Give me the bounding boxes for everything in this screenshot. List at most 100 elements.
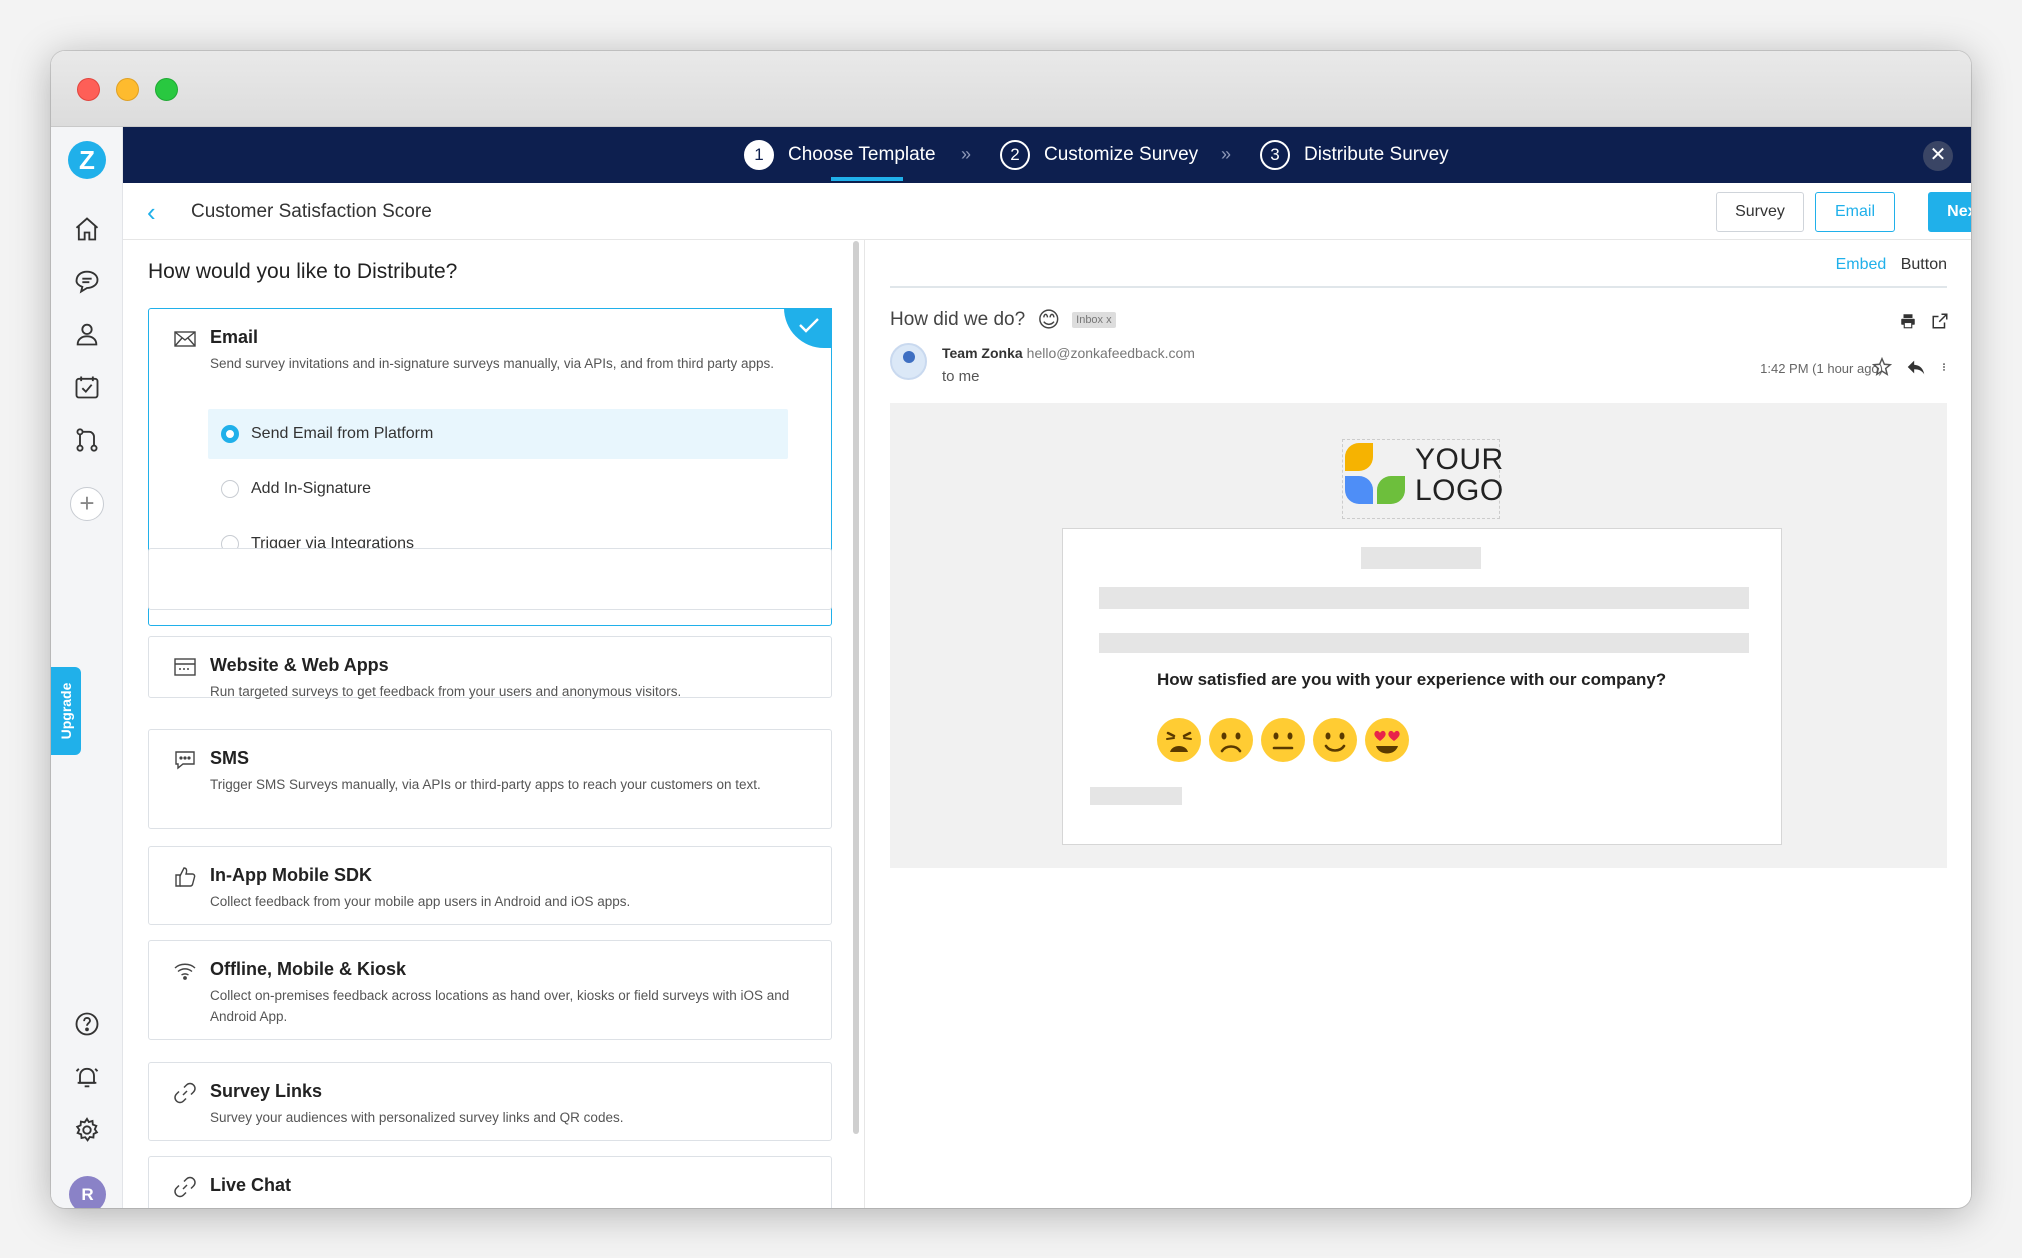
divider bbox=[890, 286, 1947, 288]
placeholder-bar bbox=[1099, 587, 1749, 609]
link-icon bbox=[173, 1175, 197, 1199]
placeholder-bar bbox=[1090, 787, 1182, 805]
emoji-very-satisfied[interactable] bbox=[1363, 716, 1411, 764]
window-titlebar bbox=[51, 51, 1971, 127]
emoji-unsatisfied[interactable] bbox=[1207, 716, 1255, 764]
channel-card-sms[interactable]: SMS Trigger SMS Surveys manually, via AP… bbox=[148, 729, 832, 829]
workflow-icon[interactable] bbox=[73, 426, 101, 454]
step-customize-survey[interactable]: 2 Customize Survey bbox=[1000, 139, 1198, 171]
page-title: Customer Satisfaction Score bbox=[191, 201, 432, 222]
thumbs-up-icon bbox=[173, 865, 197, 889]
channel-card-in-app-mobile-sdk[interactable]: In-App Mobile SDK Collect feedback from … bbox=[148, 846, 832, 925]
logo-shape-green bbox=[1377, 476, 1405, 504]
channel-card-website[interactable] bbox=[148, 548, 832, 610]
app-logo[interactable]: Z bbox=[68, 141, 106, 179]
step-distribute-survey[interactable]: 3 Distribute Survey bbox=[1260, 139, 1449, 171]
sender-name: Team Zonka hello@zonkafeedback.com bbox=[942, 345, 1195, 361]
emoji-very-unsatisfied[interactable] bbox=[1155, 716, 1203, 764]
card-title: Survey Links bbox=[210, 1081, 323, 1101]
placeholder-logo: YOUR LOGO bbox=[1342, 439, 1503, 519]
user-icon[interactable] bbox=[73, 320, 101, 348]
star-icon[interactable] bbox=[1871, 356, 1893, 384]
option-label: Add In-Signature bbox=[251, 480, 372, 497]
option-label: Send Email from Platform bbox=[251, 425, 434, 442]
scrollbar[interactable] bbox=[853, 241, 859, 1134]
bell-icon[interactable] bbox=[73, 1063, 101, 1091]
add-button[interactable]: + bbox=[70, 487, 104, 521]
smile-emoji: 😊 bbox=[1037, 307, 1061, 332]
card-title: In-App Mobile SDK bbox=[210, 865, 372, 885]
distribute-heading: How would you like to Distribute? bbox=[148, 260, 458, 283]
logo-shape-blue bbox=[1345, 476, 1373, 504]
channel-card-offline-kiosk[interactable]: Offline, Mobile & Kiosk Collect on-premi… bbox=[148, 940, 832, 1040]
survey-button[interactable]: Survey bbox=[1716, 192, 1804, 232]
placeholder-bar bbox=[1099, 633, 1749, 653]
step-number: 2 bbox=[1000, 140, 1030, 170]
sidebar: Z + Upgrade R bbox=[51, 127, 123, 1208]
window-close-dot[interactable] bbox=[77, 78, 100, 101]
tab-button[interactable]: Button bbox=[1901, 256, 1947, 273]
page-header: ‹ Customer Satisfaction Score Survey Ema… bbox=[123, 183, 1971, 240]
sender-avatar bbox=[890, 343, 927, 380]
upgrade-tab[interactable]: Upgrade bbox=[51, 667, 81, 755]
email-button[interactable]: Email bbox=[1815, 192, 1895, 232]
step-choose-template[interactable]: 1 Choose Template bbox=[744, 139, 936, 171]
home-icon[interactable] bbox=[73, 215, 101, 243]
step-number: 1 bbox=[744, 140, 774, 170]
settings-icon[interactable] bbox=[73, 1116, 101, 1144]
step-number: 3 bbox=[1260, 140, 1290, 170]
inbox-badge: Inbox x bbox=[1072, 312, 1116, 328]
next-button[interactable]: Next bbox=[1928, 192, 1971, 232]
option-send-email-from-platform[interactable]: Send Email from Platform bbox=[208, 409, 788, 459]
avatar[interactable]: R bbox=[69, 1176, 106, 1208]
card-title: Offline, Mobile & Kiosk bbox=[210, 959, 407, 979]
more-icon[interactable] bbox=[1939, 356, 1949, 384]
card-title: Website & Web Apps bbox=[210, 655, 389, 675]
stepper-bar: 1 Choose Template » 2 Customize Survey »… bbox=[123, 127, 1971, 183]
card-description: Collect on-premises feedback across loca… bbox=[210, 988, 790, 1024]
back-button[interactable]: ‹ bbox=[147, 197, 156, 228]
channel-card-live-chat[interactable]: Live Chat bbox=[148, 1156, 832, 1208]
channel-card-website-web-apps[interactable]: Website & Web Apps Run targeted surveys … bbox=[148, 636, 832, 699]
card-description: Survey your audiences with personalized … bbox=[210, 1110, 624, 1125]
radio[interactable] bbox=[221, 480, 239, 498]
card-description: Trigger SMS Surveys manually, via APIs o… bbox=[210, 777, 761, 792]
selected-check-icon bbox=[784, 308, 832, 348]
print-icon[interactable] bbox=[1899, 312, 1917, 335]
external-link-icon[interactable] bbox=[1931, 312, 1949, 335]
window-minimize-dot[interactable] bbox=[116, 78, 139, 101]
rating-emojis bbox=[1155, 716, 1411, 764]
recipient: to me bbox=[942, 368, 980, 385]
card-description: Run targeted surveys to get feedback fro… bbox=[210, 684, 682, 699]
radio-selected[interactable] bbox=[221, 425, 239, 443]
subject-text: How did we do? bbox=[890, 309, 1026, 330]
window-zoom-dot[interactable] bbox=[155, 78, 178, 101]
close-button[interactable]: ✕ bbox=[1923, 141, 1953, 171]
sms-icon bbox=[173, 748, 197, 772]
link-icon bbox=[173, 1081, 197, 1105]
card-title: Live Chat bbox=[210, 1175, 292, 1195]
tab-embed[interactable]: Embed bbox=[1836, 256, 1887, 273]
chat-icon[interactable] bbox=[73, 267, 101, 295]
tasks-icon[interactable] bbox=[73, 373, 101, 401]
emoji-neutral[interactable] bbox=[1259, 716, 1307, 764]
emoji-satisfied[interactable] bbox=[1311, 716, 1359, 764]
reply-icon[interactable] bbox=[1905, 356, 1927, 384]
distribute-panel: How would you like to Distribute? Email … bbox=[123, 240, 864, 1208]
option-add-in-signature[interactable]: Add In-Signature bbox=[208, 464, 788, 514]
placeholder-bar bbox=[1361, 547, 1481, 569]
email-preview: YOUR LOGO How satisfied are you with you… bbox=[890, 403, 1947, 868]
card-title: Email bbox=[210, 327, 259, 347]
step-separator: » bbox=[961, 144, 972, 164]
card-title: SMS bbox=[210, 748, 250, 768]
app-window: Z + Upgrade R 1 Choose Template » 2 Cust… bbox=[51, 51, 1971, 1208]
survey-question: How satisfied are you with your experien… bbox=[1157, 670, 1667, 689]
wifi-icon bbox=[173, 959, 197, 983]
help-icon[interactable] bbox=[73, 1010, 101, 1038]
channel-card-survey-links[interactable]: Survey Links Survey your audiences with … bbox=[148, 1062, 832, 1141]
mail-subject: How did we do? 😊 Inbox x bbox=[890, 307, 1116, 333]
preview-panel: Embed Button How did we do? 😊 Inbox x Te… bbox=[864, 240, 1971, 1208]
survey-email-card: How satisfied are you with your experien… bbox=[1062, 528, 1782, 845]
active-step-indicator bbox=[831, 177, 903, 181]
step-label: Customize Survey bbox=[1044, 144, 1199, 165]
